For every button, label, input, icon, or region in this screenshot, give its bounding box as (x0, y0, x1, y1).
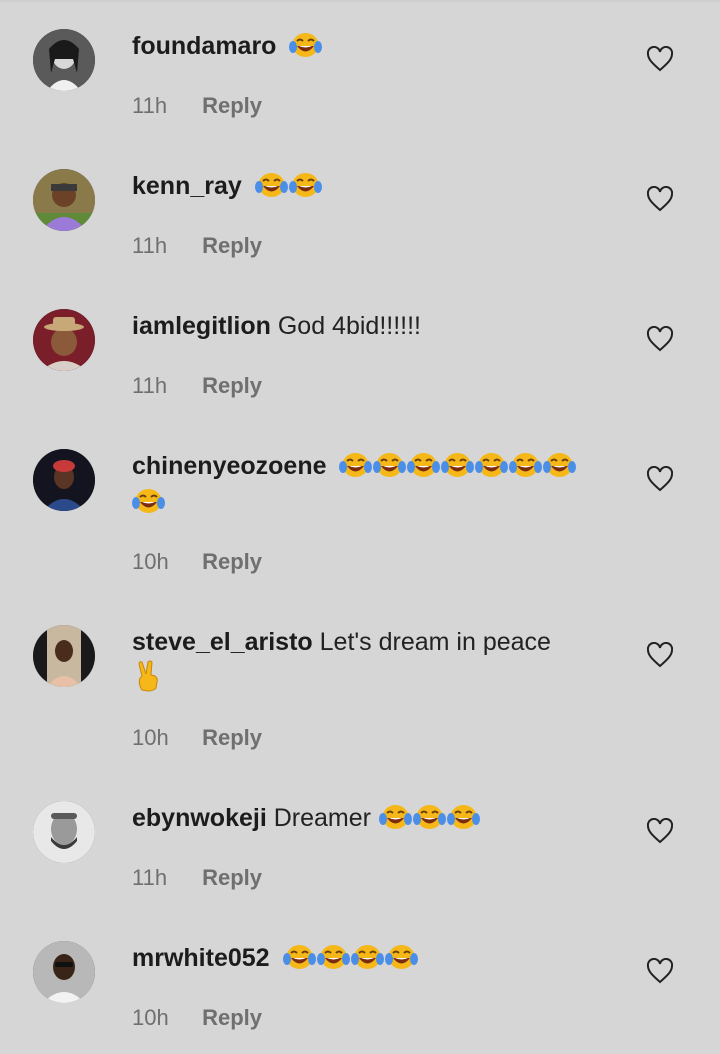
like-heart-icon[interactable] (646, 326, 674, 352)
comment-time: 10h (132, 1005, 169, 1030)
avatar[interactable] (33, 309, 95, 371)
comment-username[interactable]: ebynwokeji (132, 804, 267, 832)
laughing-tears-emoji (289, 31, 323, 59)
comment-username[interactable]: iamlegitlion (132, 312, 271, 340)
reply-button[interactable]: Reply (202, 93, 262, 118)
like-heart-icon[interactable] (646, 186, 674, 212)
like-heart-icon[interactable] (646, 466, 674, 492)
comment-time: 11h (132, 93, 168, 118)
like-heart-icon[interactable] (646, 958, 674, 984)
comment-text: Dreamer (273, 804, 371, 832)
reply-button[interactable]: Reply (202, 549, 262, 574)
comment-text: Let's dream in peace (319, 628, 551, 656)
comment-text: God 4bid!!!!!! (277, 312, 421, 340)
reply-button[interactable]: Reply (202, 233, 262, 258)
comment-time: 11h (132, 865, 168, 890)
laughing-tears-emoji (509, 451, 543, 479)
top-divider (0, 0, 720, 2)
avatar[interactable] (33, 169, 95, 231)
avatar[interactable] (33, 625, 95, 687)
laughing-tears-emoji (475, 451, 509, 479)
avatar[interactable] (33, 29, 95, 91)
comment-time: 11h (132, 373, 168, 398)
comment-username[interactable]: chinenyeozoene (132, 452, 327, 480)
peace-hand-emoji (134, 660, 164, 692)
comment-username[interactable]: steve_el_aristo (132, 628, 313, 656)
laughing-tears-emoji (384, 943, 418, 971)
comment-username[interactable]: foundamaro (132, 32, 276, 60)
comment-time: 11h (132, 233, 168, 258)
like-heart-icon[interactable] (646, 818, 674, 844)
laughing-tears-emoji (350, 943, 384, 971)
laughing-tears-emoji (373, 451, 407, 479)
comment-username[interactable]: mrwhite052 (132, 944, 270, 972)
laughing-tears-emoji (543, 451, 577, 479)
laughing-tears-emoji (446, 803, 480, 831)
reply-button[interactable]: Reply (202, 1005, 262, 1030)
reply-button[interactable]: Reply (202, 725, 262, 750)
laughing-tears-emoji (288, 171, 322, 199)
reply-button[interactable]: Reply (202, 373, 262, 398)
laughing-tears-emoji (339, 451, 373, 479)
laughing-tears-emoji (282, 943, 316, 971)
laughing-tears-emoji (441, 451, 475, 479)
like-heart-icon[interactable] (646, 46, 674, 72)
avatar[interactable] (33, 801, 95, 863)
like-heart-icon[interactable] (646, 642, 674, 668)
avatar[interactable] (33, 449, 95, 511)
laughing-tears-emoji (412, 803, 446, 831)
comment-time: 10h (132, 549, 169, 574)
laughing-tears-emoji (407, 451, 441, 479)
avatar[interactable] (33, 941, 95, 1003)
laughing-tears-emoji (378, 803, 412, 831)
comment-username[interactable]: kenn_ray (132, 172, 242, 200)
laughing-tears-emoji (254, 171, 288, 199)
laughing-tears-emoji (316, 943, 350, 971)
reply-button[interactable]: Reply (202, 865, 262, 890)
comment-time: 10h (132, 725, 169, 750)
laughing-tears-emoji (132, 487, 165, 515)
